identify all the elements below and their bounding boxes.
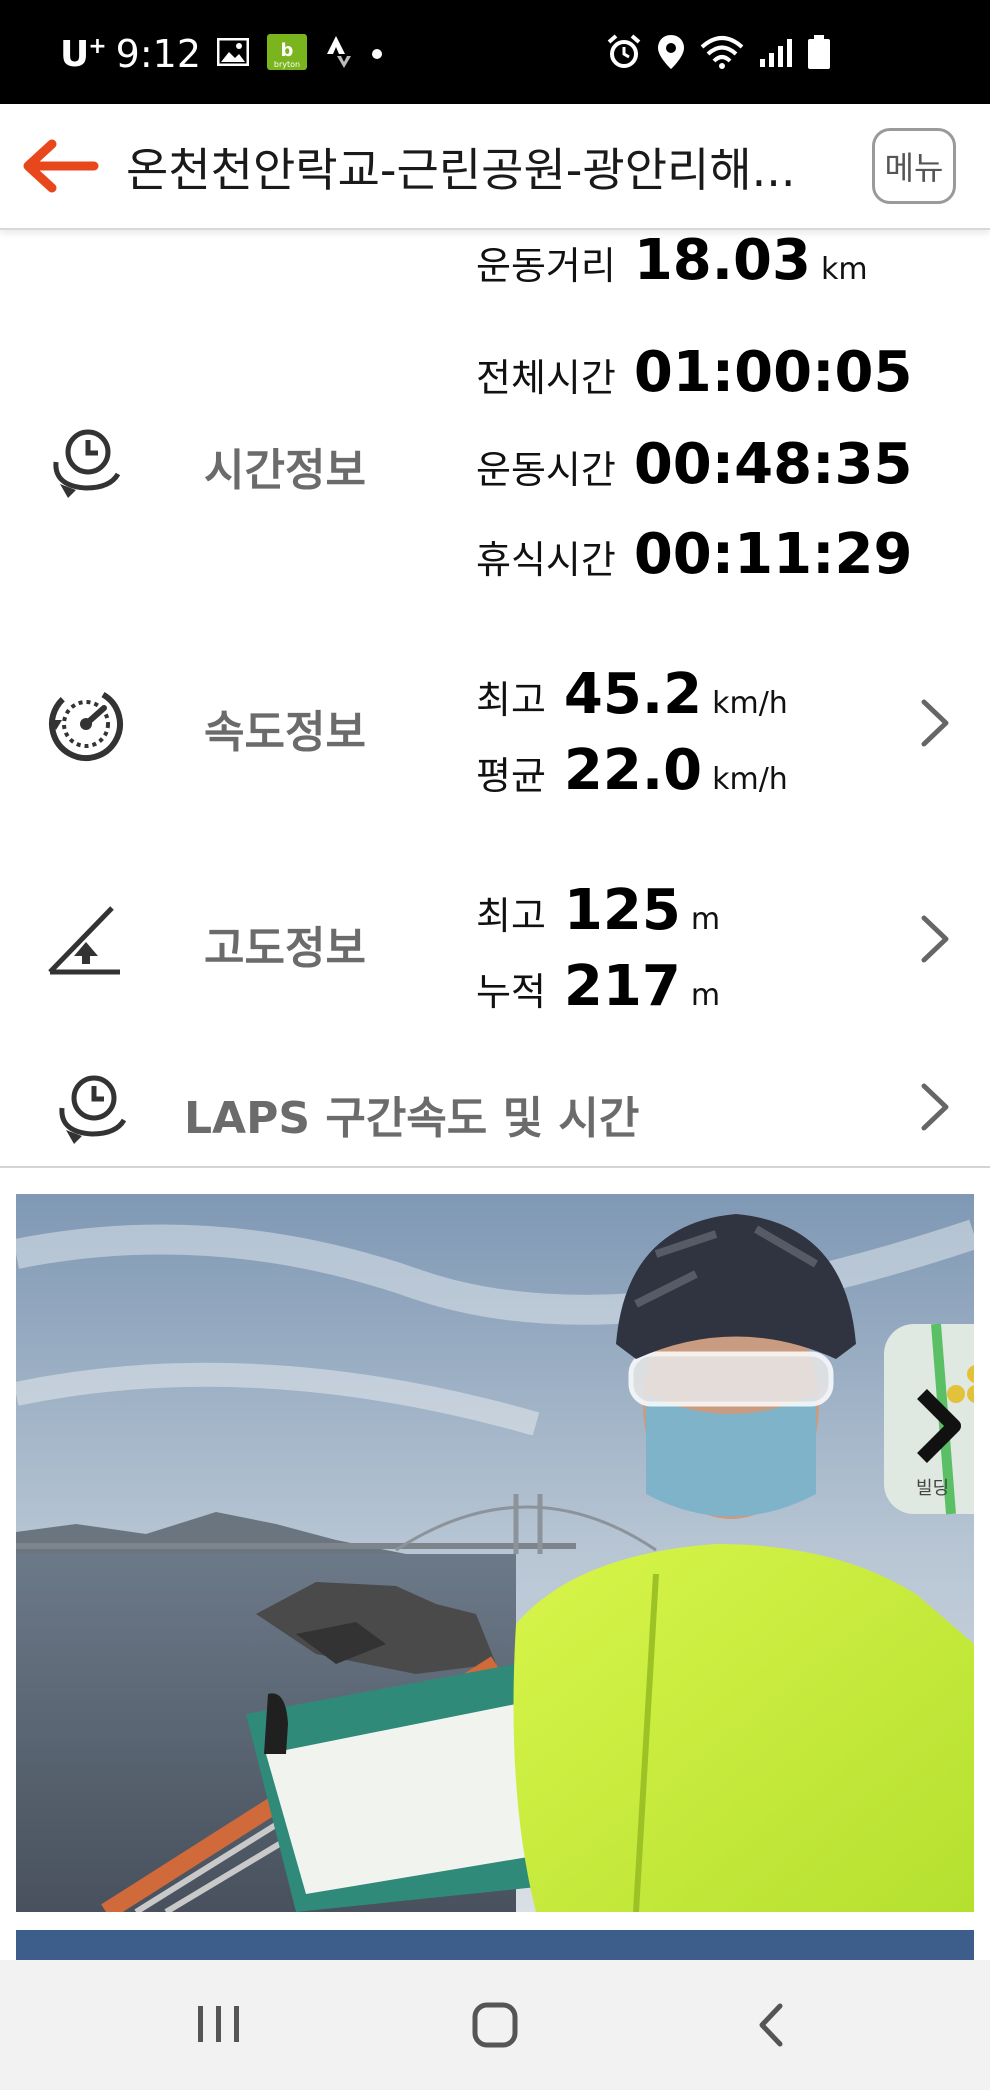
speed-info-label: 속도정보 <box>204 707 366 758</box>
time-info-row: 시간정보 전체시간 01:00:05 운동시간 00:48:35 휴식시간 00… <box>0 310 990 618</box>
max-speed-key: 최고 <box>476 678 546 722</box>
clock-refresh-icon <box>46 422 124 504</box>
dot-icon <box>371 45 383 64</box>
elevation-gain-value: 217 <box>563 954 681 1019</box>
total-time-value: 01:00:05 <box>633 340 913 405</box>
chevron-right-icon <box>921 699 949 747</box>
elevation-gain-key: 누적 <box>476 970 546 1014</box>
alarm-icon <box>606 34 642 74</box>
image-icon <box>216 37 250 70</box>
altitude-info-label: 고도정보 <box>204 923 366 974</box>
battery-icon <box>808 35 830 73</box>
signal-icon <box>760 37 792 71</box>
distance-row: 운동거리 18.03 km <box>0 226 990 312</box>
app-header: 온천천안락교-근린공원-광안리해... 메뉴 <box>0 104 990 230</box>
system-nav-bar <box>0 1960 990 2090</box>
rest-time-key: 휴식시간 <box>476 538 616 582</box>
back-arrow-icon <box>23 139 99 193</box>
location-icon <box>658 35 684 73</box>
distance-unit: km <box>820 252 868 287</box>
elevation-gain-stat: 누적 217 m <box>476 954 720 1019</box>
bryton-app-icon: b bryton <box>267 34 308 74</box>
home-icon[interactable] <box>472 2002 518 2048</box>
max-altitude-stat: 최고 125 m <box>476 878 720 943</box>
total-time-key: 전체시간 <box>476 356 616 400</box>
max-altitude-value: 125 <box>563 878 681 943</box>
bryton-label: bryton <box>274 60 300 69</box>
rest-time-stat: 휴식시간 00:11:29 <box>476 522 912 587</box>
chevron-right-icon <box>921 915 949 963</box>
distance-stat: 운동거리 18.03 km <box>476 228 868 293</box>
strava-icon <box>325 36 353 72</box>
avg-speed-value: 22.0 <box>563 738 703 803</box>
elevation-gain-unit: m <box>690 978 721 1013</box>
status-bar-left: U+ 9:12 b bryton <box>60 32 401 76</box>
avg-speed-key: 평균 <box>476 754 546 798</box>
speed-info-row[interactable]: 속도정보 최고 45.2 km/h 평균 22.0 km/h <box>0 616 990 834</box>
distance-key: 운동거리 <box>476 244 616 288</box>
total-time-stat: 전체시간 01:00:05 <box>476 340 912 405</box>
laps-row[interactable]: LAPS 구간속도 및 시간 <box>0 1048 990 1168</box>
laps-clock-icon <box>52 1068 130 1150</box>
menu-button[interactable]: 메뉴 <box>872 128 956 204</box>
moving-time-value: 00:48:35 <box>633 432 913 497</box>
avg-speed-unit: km/h <box>712 762 788 797</box>
max-speed-unit: km/h <box>712 686 788 721</box>
map-label: 빌딩 <box>916 1478 949 1499</box>
altitude-slope-icon <box>46 902 124 980</box>
distance-value: 18.03 <box>633 228 811 293</box>
rest-time-value: 00:11:29 <box>633 522 913 587</box>
max-speed-value: 45.2 <box>563 662 703 727</box>
page-title: 온천천안락교-근린공원-광안리해... <box>126 143 796 197</box>
altitude-info-row[interactable]: 고도정보 최고 125 m 누적 217 m <box>0 832 990 1050</box>
next-photo-chevron-icon[interactable] <box>914 1386 962 1466</box>
max-altitude-key: 최고 <box>476 894 546 938</box>
svg-text:b: b <box>281 40 294 61</box>
chevron-right-icon <box>921 1083 949 1131</box>
time-info-label: 시간정보 <box>204 445 366 496</box>
speedometer-icon <box>46 684 126 768</box>
recent-apps-icon[interactable] <box>196 2002 242 2046</box>
second-photo-preview[interactable] <box>16 1930 974 1960</box>
max-altitude-unit: m <box>690 902 721 937</box>
clock-time: 9:12 <box>115 32 202 76</box>
status-bar-right <box>606 34 830 74</box>
status-bar: U+ 9:12 b bryton <box>0 0 990 104</box>
ride-photo[interactable]: 빌딩 <box>16 1194 974 1912</box>
moving-time-stat: 운동시간 00:48:35 <box>476 432 912 497</box>
wifi-icon <box>700 35 744 73</box>
avg-speed-stat: 평균 22.0 km/h <box>476 738 788 803</box>
laps-label: LAPS 구간속도 및 시간 <box>184 1093 640 1144</box>
carrier-label: U+ <box>60 33 107 75</box>
ride-photo-image: 빌딩 <box>16 1194 974 1912</box>
max-speed-stat: 최고 45.2 km/h <box>476 662 788 727</box>
moving-time-key: 운동시간 <box>476 448 616 492</box>
back-button[interactable] <box>20 138 100 194</box>
back-nav-icon[interactable] <box>756 2002 786 2048</box>
